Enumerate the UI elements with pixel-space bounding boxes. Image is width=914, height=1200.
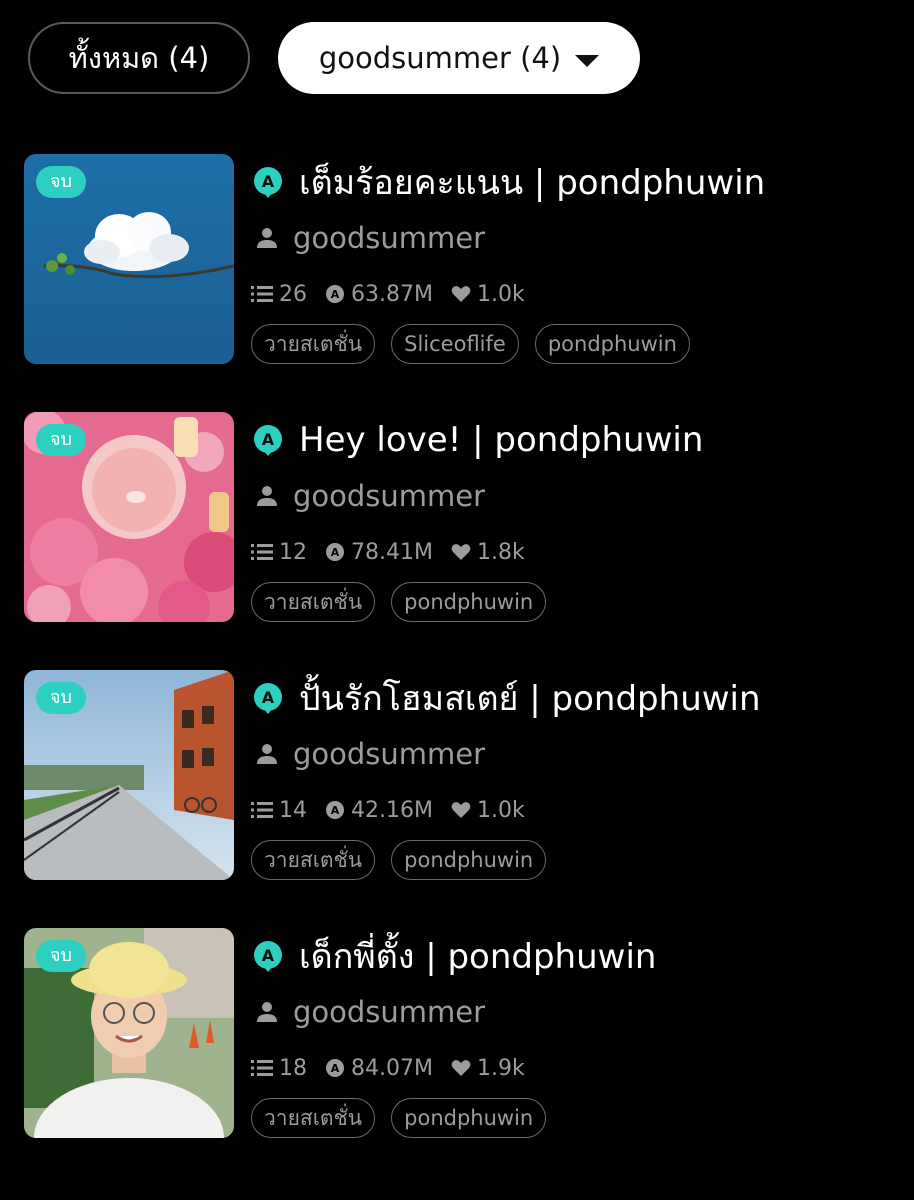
- story-title[interactable]: เด็กพี่ตั้ง | pondphuwin: [299, 929, 656, 983]
- heart-icon: [451, 1060, 471, 1076]
- list-icon: [251, 802, 273, 818]
- views-icon: A: [326, 543, 344, 561]
- story-card[interactable]: จบ A Hey love! | pondphuwin goodsummer 1…: [24, 412, 894, 624]
- list-icon: [251, 286, 273, 302]
- list-icon: [251, 544, 273, 560]
- story-info: A เต็มร้อยคะแนน | pondphuwin goodsummer …: [251, 154, 894, 364]
- view-count: A 42.16M: [325, 798, 433, 823]
- person-icon: [257, 228, 277, 248]
- chapter-count: 14: [251, 798, 307, 823]
- view-count: A 78.41M: [325, 540, 433, 565]
- story-author[interactable]: goodsummer: [293, 221, 485, 255]
- tag-chip[interactable]: วายสเตชั่น: [251, 324, 376, 364]
- list-icon: [251, 1060, 273, 1076]
- story-info: A ปั้นรักโฮมสเตย์ | pondphuwin goodsumme…: [251, 670, 894, 880]
- view-count: A 63.87M: [325, 282, 433, 307]
- writer-logo-icon: A: [254, 683, 282, 714]
- view-count: A 84.07M: [325, 1056, 433, 1081]
- story-card[interactable]: จบ A ปั้นรักโฮมสเตย์ | pondphuwin goodsu…: [24, 670, 894, 882]
- svg-text:A: A: [262, 172, 275, 191]
- completed-badge: จบ: [36, 166, 86, 198]
- svg-text:A: A: [262, 946, 275, 965]
- tag-chip[interactable]: Sliceoflife: [391, 324, 519, 364]
- story-title[interactable]: เต็มร้อยคะแนน | pondphuwin: [299, 155, 765, 209]
- like-count: 1.8k: [451, 540, 525, 565]
- like-count: 1.0k: [451, 798, 525, 823]
- svg-text:A: A: [331, 546, 340, 559]
- views-icon: A: [326, 801, 344, 819]
- completed-badge: จบ: [36, 424, 86, 456]
- completed-badge: จบ: [36, 682, 86, 714]
- tag-chip[interactable]: วายสเตชั่น: [251, 1098, 376, 1138]
- chapter-count: 26: [251, 282, 307, 307]
- tag-chip[interactable]: pondphuwin: [391, 582, 547, 622]
- story-author[interactable]: goodsummer: [293, 479, 485, 513]
- person-icon: [257, 486, 277, 506]
- story-author[interactable]: goodsummer: [293, 995, 485, 1029]
- story-title[interactable]: ปั้นรักโฮมสเตย์ | pondphuwin: [299, 671, 761, 725]
- story-author[interactable]: goodsummer: [293, 737, 485, 771]
- person-icon: [257, 1002, 277, 1022]
- svg-text:A: A: [331, 804, 340, 817]
- person-icon: [257, 744, 277, 764]
- story-cover-image[interactable]: จบ: [24, 412, 234, 622]
- story-info: A เด็กพี่ตั้ง | pondphuwin goodsummer 18: [251, 928, 894, 1138]
- writer-logo-icon: A: [254, 167, 282, 198]
- like-count: 1.0k: [451, 282, 525, 307]
- chevron-down-icon: [575, 55, 600, 67]
- story-card[interactable]: จบ A เต็มร้อยคะแนน | pondphuwin goodsumm…: [24, 154, 894, 366]
- writer-logo-icon: A: [254, 425, 282, 456]
- story-cover-image[interactable]: จบ: [24, 154, 234, 364]
- story-card[interactable]: จบ A เด็กพี่ตั้ง | pondphuwin goodsummer: [24, 928, 894, 1140]
- writer-logo-icon: A: [254, 941, 282, 972]
- heart-icon: [451, 802, 471, 818]
- like-count: 1.9k: [451, 1056, 525, 1081]
- views-icon: A: [326, 1059, 344, 1077]
- chapter-count: 12: [251, 540, 307, 565]
- story-info: A Hey love! | pondphuwin goodsummer 12 A…: [251, 412, 894, 622]
- completed-badge: จบ: [36, 940, 86, 972]
- svg-text:A: A: [262, 688, 275, 707]
- tag-chip[interactable]: วายสเตชั่น: [251, 582, 376, 622]
- filter-author-dropdown[interactable]: goodsummer (4): [278, 22, 640, 94]
- svg-text:A: A: [262, 430, 275, 449]
- heart-icon: [451, 544, 471, 560]
- filter-bar: ทั้งหมด (4) goodsummer (4): [28, 22, 640, 94]
- story-cover-image[interactable]: จบ: [24, 670, 234, 880]
- filter-all-label: ทั้งหมด (4): [68, 41, 210, 75]
- story-cover-image[interactable]: จบ: [24, 928, 234, 1138]
- views-icon: A: [326, 285, 344, 303]
- story-title[interactable]: Hey love! | pondphuwin: [299, 420, 703, 460]
- svg-text:A: A: [331, 1062, 340, 1075]
- heart-icon: [451, 286, 471, 302]
- svg-text:A: A: [331, 288, 340, 301]
- filter-all-button[interactable]: ทั้งหมด (4): [28, 22, 250, 94]
- tag-chip[interactable]: pondphuwin: [391, 840, 547, 880]
- tag-chip[interactable]: pondphuwin: [534, 324, 690, 364]
- filter-author-label: goodsummer (4): [318, 41, 562, 75]
- chapter-count: 18: [251, 1056, 307, 1081]
- tag-chip[interactable]: pondphuwin: [391, 1098, 547, 1138]
- tag-chip[interactable]: วายสเตชั่น: [251, 840, 376, 880]
